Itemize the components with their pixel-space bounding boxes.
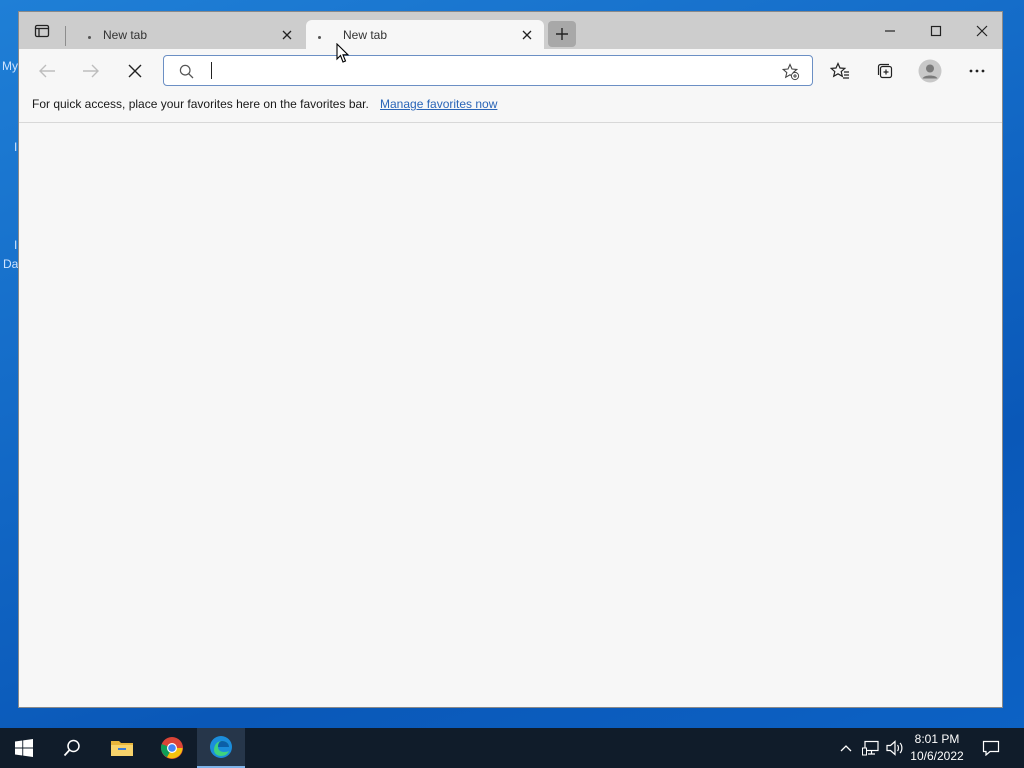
favorites-button[interactable]	[828, 59, 852, 83]
browser-window: New tab New tab For quick access, place …	[18, 11, 1003, 708]
tab-strip: New tab New tab	[19, 12, 1002, 49]
desktop-icon-label[interactable]: Da	[3, 257, 18, 271]
chrome-icon	[160, 737, 183, 759]
address-input[interactable]	[208, 62, 772, 82]
manage-favorites-link[interactable]: Manage favorites now	[380, 97, 497, 111]
windows-logo-icon	[15, 739, 33, 757]
taskbar: 8:01 PM 10/6/2022	[0, 728, 1024, 768]
folder-icon	[111, 741, 133, 756]
close-tab-icon[interactable]	[279, 27, 295, 43]
clock-time: 8:01 PM	[914, 732, 960, 746]
edge-button[interactable]	[197, 728, 245, 768]
taskbar-clock[interactable]: 8:01 PM 10/6/2022	[905, 731, 969, 765]
desktop-icon-fragment[interactable]: I	[14, 238, 17, 252]
favorites-bar-message: For quick access, place your favorites h…	[32, 97, 369, 111]
tab-label: New tab	[343, 27, 388, 42]
loading-dot-icon	[318, 36, 321, 39]
show-hidden-icons-chevron-up-icon[interactable]	[836, 738, 856, 758]
navigation-toolbar	[19, 49, 1002, 92]
minimize-button[interactable]	[875, 20, 905, 42]
search-icon	[179, 64, 194, 82]
tab-actions-icon[interactable]	[34, 23, 50, 39]
tab-label: New tab	[103, 27, 148, 42]
file-explorer-button[interactable]	[98, 728, 146, 768]
search-icon	[63, 739, 80, 757]
profile-avatar[interactable]	[918, 59, 942, 83]
loading-dot-icon	[88, 36, 91, 39]
new-tab-button[interactable]	[548, 21, 576, 47]
close-window-button[interactable]	[967, 20, 997, 42]
desktop-icon-label[interactable]: My	[2, 59, 18, 73]
back-button[interactable]	[35, 59, 59, 83]
edge-icon	[210, 736, 232, 758]
mouse-cursor-icon	[336, 42, 350, 67]
address-bar[interactable]	[163, 55, 813, 86]
stop-loading-button[interactable]	[123, 59, 147, 83]
clock-date: 10/6/2022	[910, 749, 964, 763]
desktop-icon-fragment[interactable]: I	[14, 140, 17, 154]
tab-separator	[65, 26, 66, 46]
close-tab-icon[interactable]	[519, 27, 535, 43]
search-button[interactable]	[48, 728, 96, 768]
notification-center-icon[interactable]	[981, 738, 1001, 758]
start-button[interactable]	[0, 728, 48, 768]
chrome-button[interactable]	[148, 728, 196, 768]
maximize-button[interactable]	[921, 20, 951, 42]
favorites-bar: For quick access, place your favorites h…	[19, 92, 1002, 123]
add-favorite-icon[interactable]	[781, 63, 800, 84]
collections-button[interactable]	[873, 59, 897, 83]
settings-more-icon[interactable]	[965, 59, 989, 83]
network-icon[interactable]	[861, 738, 881, 758]
page-content[interactable]	[19, 123, 1002, 707]
tab-new-tab-1[interactable]: New tab	[76, 20, 304, 49]
volume-icon[interactable]	[885, 738, 905, 758]
forward-button[interactable]	[79, 59, 103, 83]
text-caret	[211, 62, 212, 79]
